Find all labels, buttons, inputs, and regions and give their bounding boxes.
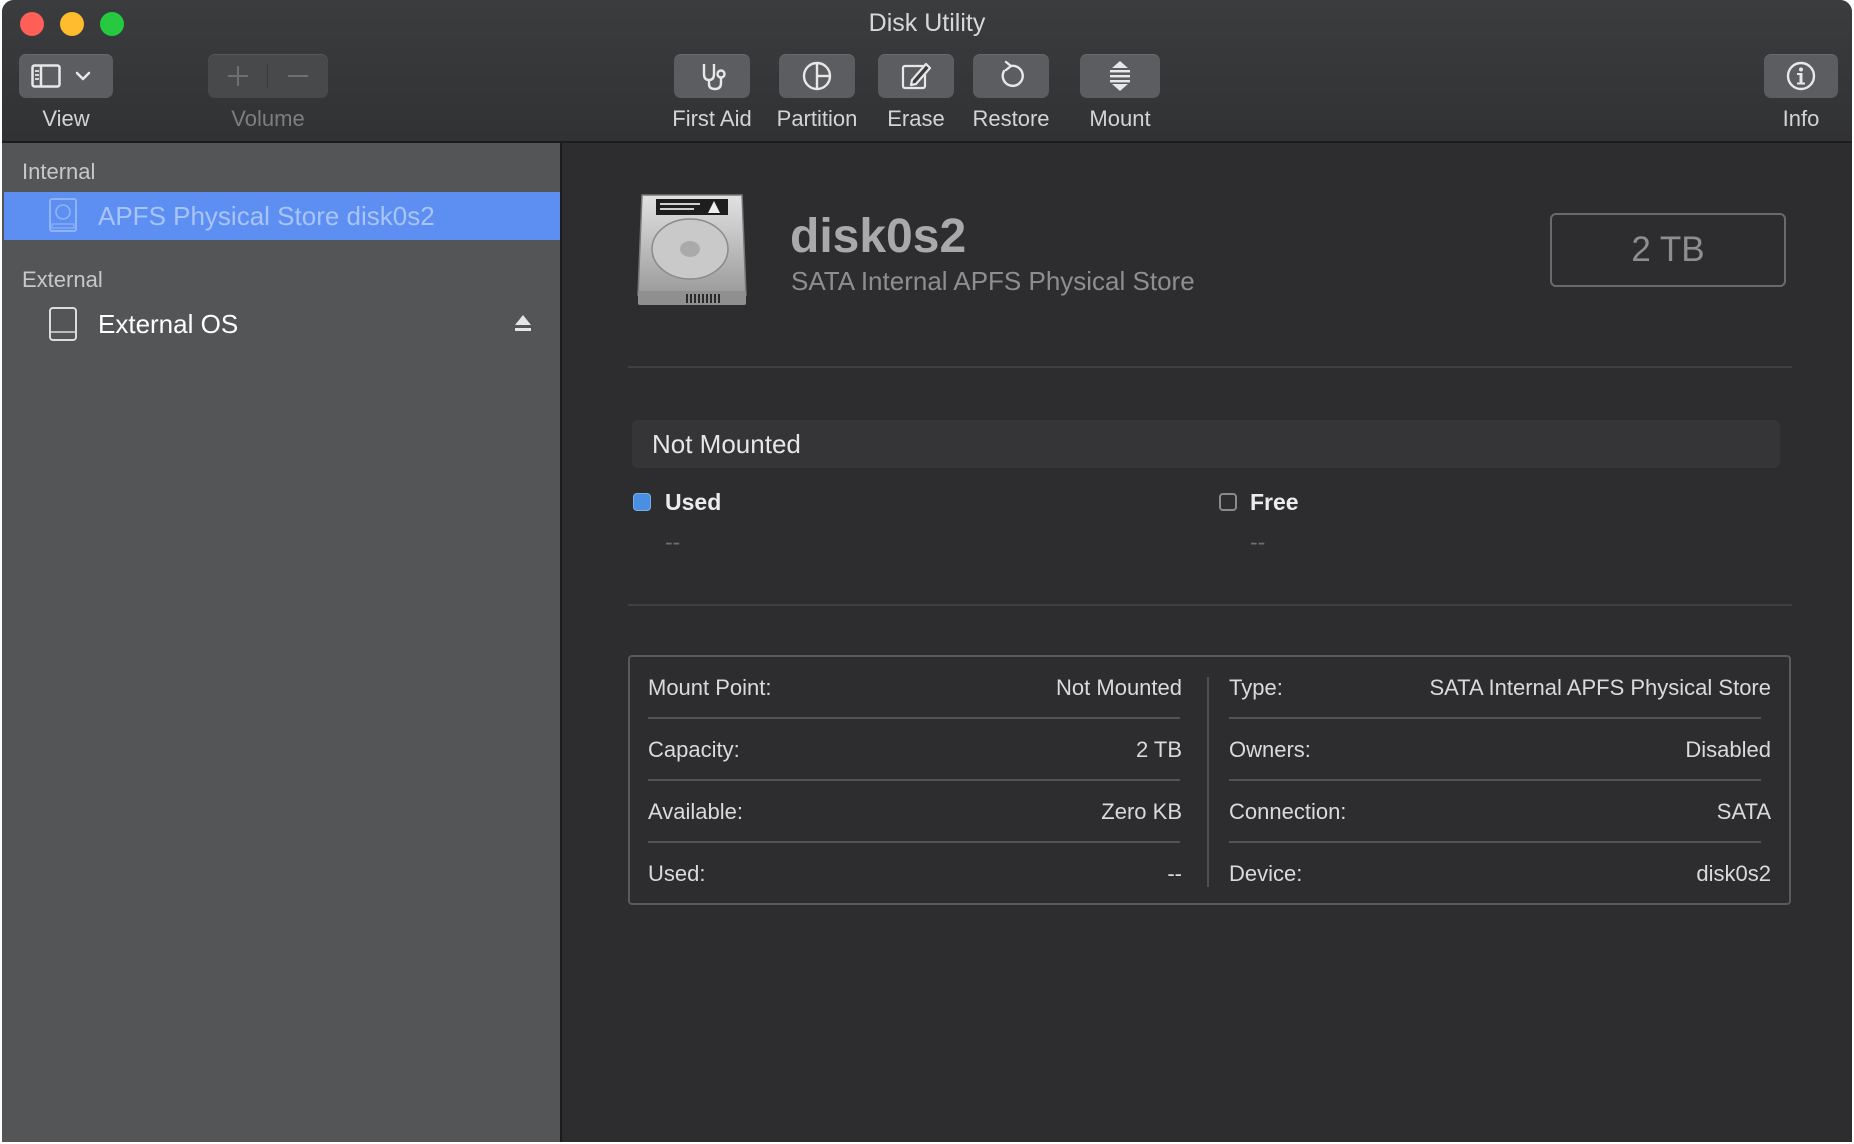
internal-drive-icon [48,197,78,233]
restore-button[interactable] [973,54,1049,98]
used-legend-swatch [633,493,651,511]
erase-pencil-icon [901,62,932,90]
external-drive-icon [48,306,78,342]
first-aid-button[interactable] [674,54,750,98]
minus-icon [288,75,309,77]
detail-row: Available: Zero KB [630,781,1190,843]
detail-value: 2 TB [1135,737,1182,762]
detail-row: Used: -- [630,843,1190,905]
legend-divider [628,604,1792,606]
info-button[interactable] [1764,54,1838,98]
sidebar-section-internal: Internal [22,159,96,184]
detail-key: Available: [648,799,743,824]
plus-icon [227,66,248,86]
usage-bar: Not Mounted [632,420,1780,468]
detail-key: Capacity: [648,737,740,762]
detail-row: Connection: SATA [1211,781,1771,843]
sidebar-item-label: APFS Physical Store disk0s2 [98,200,435,231]
detail-value: disk0s2 [1696,861,1771,886]
partition-pie-icon [802,61,832,91]
detail-value: Zero KB [1101,799,1182,824]
sidebar: Internal APFS Physical Store disk0s2 Ext… [2,143,562,1142]
detail-key: Owners: [1229,737,1311,762]
volume-buttons [208,54,328,98]
eject-icon[interactable] [514,314,532,337]
detail-key: Type: [1229,675,1283,700]
detail-row: Device: disk0s2 [1211,843,1771,905]
sidebar-item-label: External OS [98,308,239,339]
erase-label: Erase [887,106,945,131]
detail-key: Mount Point: [648,675,772,700]
sidebar-toggle-icon [31,64,61,88]
detail-value: -- [1167,861,1182,886]
detail-key: Connection: [1229,799,1347,824]
column-divider [1207,677,1209,887]
detail-row: Type: SATA Internal APFS Physical Store [1211,657,1771,719]
info-icon [1786,61,1816,91]
add-volume-button[interactable] [209,64,268,88]
view-button[interactable] [19,54,113,98]
sidebar-item-external-os[interactable]: External OS [4,300,560,348]
sidebar-item-apfs-physical-store[interactable]: APFS Physical Store disk0s2 [4,192,560,240]
detail-value: Disabled [1685,737,1771,762]
view-label: View [42,106,90,131]
mount-label: Mount [1089,106,1151,131]
main-content: disk0s2 SATA Internal APFS Physical Stor… [562,143,1852,1142]
free-legend-label: Free [1250,489,1299,515]
mount-icon [1110,61,1130,91]
detail-value: SATA [1716,799,1771,824]
toolbar: Disk Utility View Volume First Aid Parti… [2,0,1852,143]
used-legend-label: Used [665,489,722,515]
free-legend-value: -- [1250,529,1266,555]
detail-key: Used: [648,861,706,886]
mount-button[interactable] [1080,54,1160,98]
volume-label: Volume [231,106,305,131]
capacity-badge: 2 TB [1550,213,1786,287]
details-table: Mount Point: Not Mounted Capacity: 2 TB … [628,655,1791,905]
used-legend-value: -- [665,529,681,555]
restore-arrow-icon [1001,60,1024,88]
disk-utility-window: Disk Utility View Volume First Aid Parti… [2,0,1852,1142]
first-aid-label: First Aid [672,106,752,131]
restore-label: Restore [972,106,1050,131]
partition-label: Partition [776,106,858,131]
detail-value: Not Mounted [1056,675,1182,700]
sidebar-section-external: External [22,267,103,292]
mount-status: Not Mounted [652,429,801,459]
detail-row: Owners: Disabled [1211,719,1771,781]
disk-description: SATA Internal APFS Physical Store [791,266,1195,296]
chevron-down-icon [75,71,91,81]
disk-name: disk0s2 [790,210,967,263]
info-label: Info [1782,106,1820,131]
header-divider [628,366,1792,368]
stethoscope-icon [702,64,726,91]
detail-value: SATA Internal APFS Physical Store [1429,675,1771,700]
detail-row: Mount Point: Not Mounted [630,657,1190,719]
erase-button[interactable] [878,54,954,98]
detail-row: Capacity: 2 TB [630,719,1190,781]
detail-key: Device: [1229,861,1303,886]
window-title: Disk Utility [868,9,986,37]
partition-button[interactable] [779,54,855,98]
hard-drive-icon [634,191,750,314]
free-legend-swatch [1219,493,1237,511]
remove-volume-button[interactable] [269,64,327,88]
